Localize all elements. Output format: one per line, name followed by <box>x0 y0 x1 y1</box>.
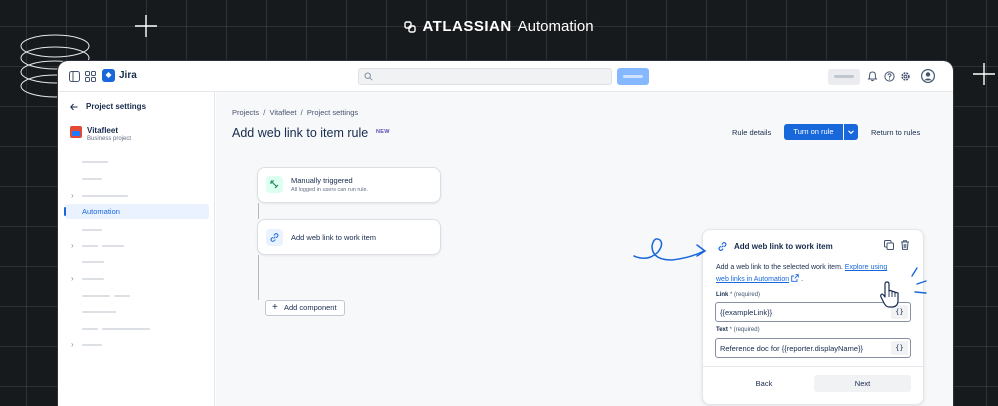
text-input-value: Reference doc for {{reporter.displayName… <box>720 344 864 353</box>
link-input-value: {{exampleLink}} <box>720 308 773 317</box>
upgrade-button[interactable] <box>828 69 860 85</box>
chevron-right-icon: › <box>71 241 74 250</box>
sidebar-item[interactable]: › <box>58 337 215 353</box>
chevron-right-icon: › <box>71 191 74 200</box>
atlassian-logo-icon <box>404 20 417 33</box>
text-input[interactable]: Reference doc for {{reporter.displayName… <box>715 338 911 358</box>
return-to-rules-button[interactable]: Return to rules <box>871 128 920 137</box>
action-config-panel: Add web link to work item Add a web link… <box>702 229 925 405</box>
web-links-link[interactable]: web links in Automation <box>716 276 789 283</box>
explore-link[interactable]: Explore using <box>845 264 887 271</box>
main-content: Projects / Vitafleet / Project settings … <box>216 92 953 406</box>
turn-on-options-button[interactable] <box>844 124 858 140</box>
action-title: Add web link to work item <box>291 233 377 242</box>
flow-connector <box>258 203 259 219</box>
panel-divider <box>703 366 925 367</box>
sidebar-item[interactable] <box>58 304 215 320</box>
create-button[interactable] <box>617 68 649 85</box>
link-input[interactable]: {{exampleLink}} {} <box>715 302 911 322</box>
app-name[interactable]: Jira <box>119 70 137 81</box>
flow-connector <box>258 255 259 300</box>
chevron-down-icon <box>848 130 854 135</box>
copy-icon[interactable] <box>884 240 894 250</box>
project-name: Vitafleet <box>87 126 118 135</box>
text-label-text: Text <box>716 327 728 333</box>
sidebar-item[interactable] <box>58 321 215 337</box>
sidebar-item[interactable]: › <box>58 238 215 254</box>
new-badge: NEW <box>376 129 390 135</box>
link-field-label: Link * (required) <box>716 292 760 298</box>
app-switcher-icon[interactable] <box>85 71 96 82</box>
link-label-text: Link <box>716 292 729 298</box>
smart-value-button[interactable]: {} <box>891 341 908 355</box>
sidebar-item[interactable]: › <box>58 188 215 204</box>
required-indicator: * (required) <box>730 292 761 298</box>
trigger-card[interactable]: Manually triggered All logged in users c… <box>257 167 441 203</box>
back-label: Project settings <box>86 102 147 111</box>
text-field-label: Text * (required) <box>716 327 760 333</box>
link-icon <box>266 229 283 246</box>
required-indicator: * (required) <box>729 327 760 333</box>
app-window: Jira Project settings Vitafleet Business… <box>58 61 953 406</box>
trigger-title: Manually triggered <box>291 176 353 185</box>
sidebar: Project settings Vitafleet Business proj… <box>58 92 215 406</box>
panel-description: Add a web link to the selected work item… <box>716 262 916 286</box>
jira-logo-icon[interactable] <box>102 69 115 82</box>
top-navigation: Jira <box>58 61 953 92</box>
trigger-icon <box>266 176 283 193</box>
search-icon <box>364 72 373 81</box>
rule-details-button[interactable]: Rule details <box>732 128 771 137</box>
turn-on-rule-button[interactable]: Turn on rule <box>784 124 843 140</box>
panel-title: Add web link to work item <box>734 242 833 251</box>
next-button[interactable]: Next <box>814 375 911 392</box>
profile-avatar-icon[interactable] <box>921 69 935 83</box>
description-suffix: . <box>801 276 804 283</box>
sidebar-item[interactable] <box>58 254 215 270</box>
brand-name: ATLASSIAN <box>422 18 512 35</box>
settings-gear-icon[interactable] <box>900 71 911 82</box>
plus-decoration-icon <box>973 63 995 85</box>
chevron-right-icon: › <box>71 274 74 283</box>
link-icon <box>718 242 727 251</box>
project-type: Business project <box>87 136 132 142</box>
search-input[interactable] <box>358 68 612 85</box>
plus-decoration-icon <box>135 15 157 37</box>
smart-value-button[interactable]: {} <box>891 305 908 319</box>
breadcrumb[interactable]: Projects / Vitafleet / Project settings <box>232 108 358 117</box>
sidebar-item[interactable]: › <box>58 271 215 287</box>
trigger-subtitle: All logged in users can run rule. <box>291 187 369 193</box>
brand-product: Automation <box>517 18 594 35</box>
sidebar-item-automation[interactable]: Automation <box>64 204 209 219</box>
add-component-button[interactable]: Add component <box>265 300 345 316</box>
description-text: Add a web link to the selected work item… <box>716 264 843 271</box>
help-icon[interactable] <box>884 71 895 82</box>
notification-bell-icon[interactable] <box>867 71 878 82</box>
sidebar-item[interactable] <box>58 288 215 304</box>
trash-icon[interactable] <box>900 240 910 250</box>
external-link-icon <box>791 274 799 282</box>
arrow-left-icon <box>70 103 78 110</box>
action-card[interactable]: Add web link to work item <box>257 219 441 255</box>
back-button[interactable]: Back <box>716 375 812 392</box>
project-avatar <box>70 126 82 138</box>
sidebar-item[interactable] <box>58 222 215 238</box>
web-links-link-text: web links in Automation <box>716 276 790 283</box>
chevron-right-icon: › <box>71 340 74 349</box>
project-header[interactable]: Vitafleet Business project <box>70 126 131 142</box>
sidebar-item-label: Automation <box>82 207 120 216</box>
explore-link-text: Explore using <box>844 264 888 271</box>
page-title: Add web link to item rule <box>232 126 369 140</box>
sidebar-toggle-icon[interactable] <box>69 71 80 82</box>
back-to-project-settings[interactable]: Project settings <box>70 102 146 111</box>
sidebar-item[interactable] <box>58 154 215 170</box>
sidebar-item[interactable] <box>58 171 215 187</box>
